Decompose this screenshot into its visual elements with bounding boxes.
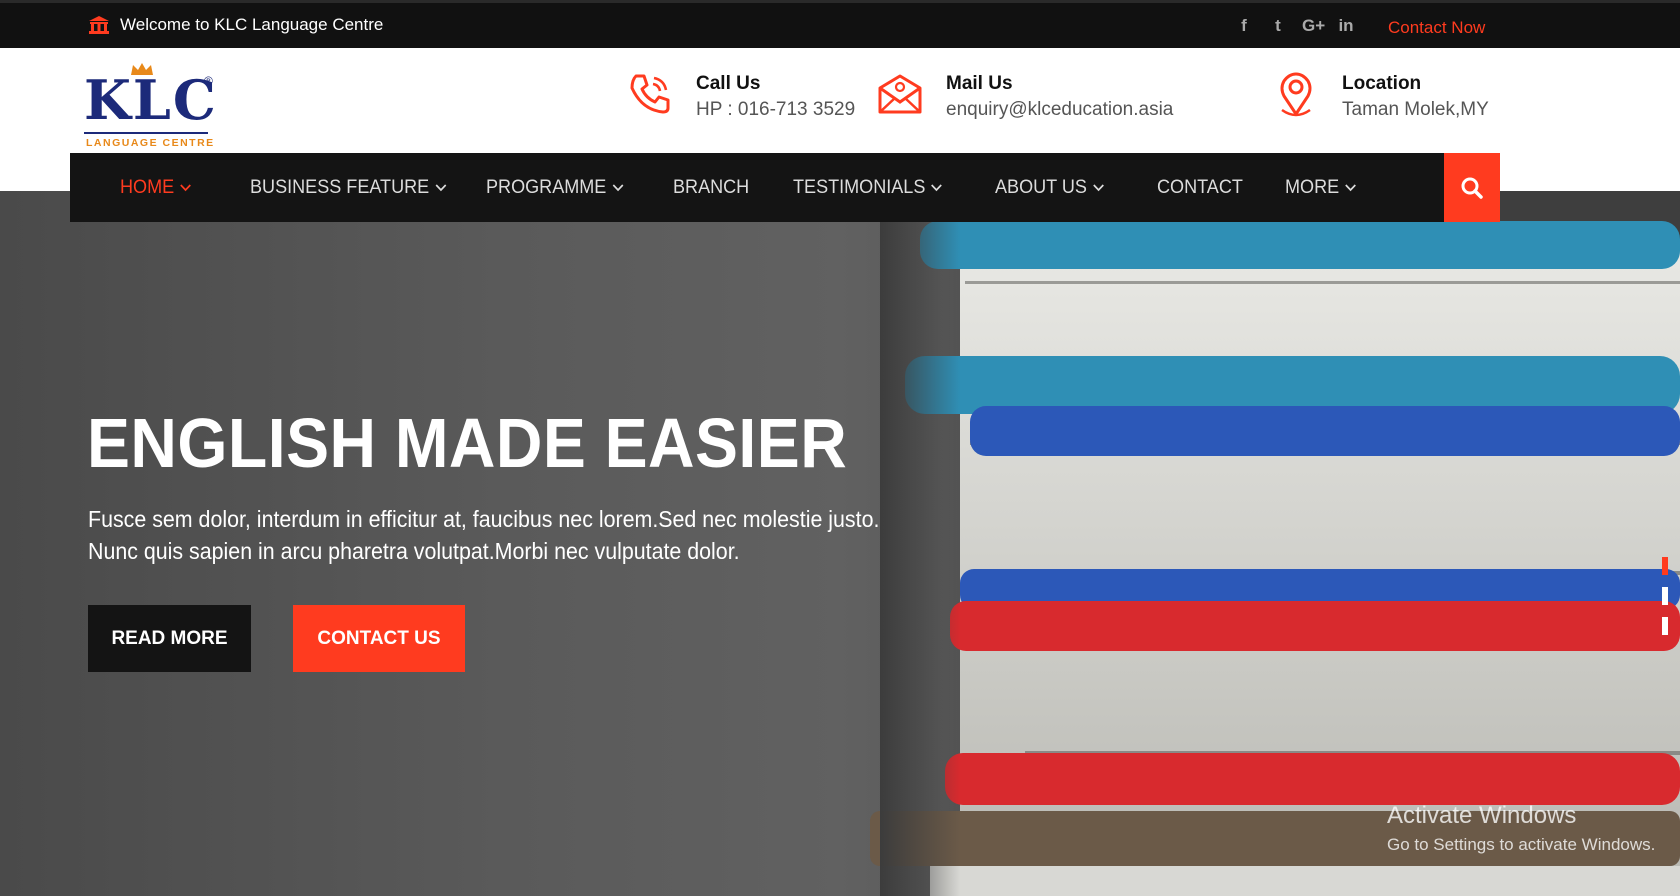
top-bar: Welcome to KLC Language Centre f t G+ in…	[0, 0, 1680, 48]
nav-item-more[interactable]: MORE	[1285, 153, 1356, 222]
nav-item-label: BRANCH	[673, 176, 750, 198]
welcome-text: Welcome to KLC Language Centre	[120, 15, 384, 34]
logo[interactable]: KLC ® LANGUAGE CENTRE	[84, 58, 224, 149]
nav-item-label: ABOUT US	[995, 176, 1087, 198]
nav-item-home[interactable]: HOME	[120, 153, 191, 222]
twitter-icon[interactable]: t	[1268, 16, 1288, 36]
welcome-message: Welcome to KLC Language Centre	[88, 15, 383, 35]
chevron-down-icon	[1345, 183, 1356, 191]
main-navigation: HOME BUSINESS FEATURE PROGRAMME BRANCH T…	[70, 153, 1500, 222]
nav-item-programme[interactable]: PROGRAMME	[486, 153, 624, 222]
mail-info: Mail Us enquiry@klceducation.asia	[876, 70, 1173, 124]
location-info: Location Taman Molek,MY	[1272, 70, 1489, 124]
nav-item-business-feature[interactable]: BUSINESS FEATURE	[250, 153, 446, 222]
search-icon	[1461, 177, 1483, 199]
contact-us-button[interactable]: CONTACT US	[293, 605, 465, 672]
chevron-down-icon	[180, 183, 191, 191]
watermark-subtitle: Go to Settings to activate Windows.	[1387, 835, 1656, 854]
chevron-down-icon	[612, 183, 624, 191]
logo-text: KLC	[84, 68, 218, 132]
nav-item-about-us[interactable]: ABOUT US	[995, 153, 1104, 222]
watermark-title: Activate Windows	[1387, 802, 1577, 829]
hero-slider: ENGLISH MADE EASIER Fusce sem dolor, int…	[0, 191, 1680, 896]
chevron-down-icon	[931, 183, 943, 191]
nav-item-branch[interactable]: BRANCH	[673, 153, 749, 222]
nav-item-contact[interactable]: CONTACT	[1157, 153, 1243, 222]
location-pin-icon	[1280, 72, 1312, 117]
nav-item-label: HOME	[120, 176, 175, 198]
call-info: Call Us HP : 016-713 3529	[626, 70, 855, 124]
search-button[interactable]	[1444, 153, 1500, 222]
phone-icon	[630, 74, 670, 114]
contact-now-link[interactable]: Contact Now	[1388, 18, 1485, 38]
read-more-button[interactable]: READ MORE	[88, 605, 251, 672]
slider-dot[interactable]	[1662, 557, 1668, 575]
location-title: Location	[1342, 73, 1422, 94]
social-links: f t G+ in	[1234, 16, 1356, 36]
slider-pagination	[1662, 557, 1668, 635]
logo-subtitle: LANGUAGE CENTRE	[86, 137, 215, 149]
location-value: Taman Molek,MY	[1342, 99, 1489, 120]
chevron-down-icon	[435, 183, 446, 191]
logo-divider	[84, 132, 208, 134]
mail-value[interactable]: enquiry@klceducation.asia	[946, 96, 1173, 124]
mail-icon	[878, 74, 922, 114]
call-value[interactable]: HP : 016-713 3529	[696, 96, 855, 124]
hero-description: Fusce sem dolor, interdum in efficitur a…	[88, 503, 906, 567]
nav-item-label: TESTIMONIALS	[793, 176, 926, 198]
hero-description-line2: Nunc quis sapien in arcu pharetra volutp…	[88, 538, 740, 564]
google-plus-icon[interactable]: G+	[1302, 16, 1325, 36]
nav-item-testimonials[interactable]: TESTIMONIALS	[793, 153, 943, 222]
nav-item-label: BUSINESS FEATURE	[250, 176, 430, 198]
chevron-down-icon	[1092, 183, 1104, 191]
slider-dot[interactable]	[1662, 587, 1668, 605]
hero-title: ENGLISH MADE EASIER	[87, 404, 848, 482]
nav-item-label: PROGRAMME	[486, 176, 607, 198]
windows-activation-watermark: Activate Windows Go to Settings to activ…	[1387, 801, 1655, 857]
nav-item-label: MORE	[1285, 176, 1340, 198]
bank-icon	[89, 16, 109, 34]
linkedin-icon[interactable]: in	[1336, 16, 1356, 36]
mail-title: Mail Us	[946, 73, 1013, 94]
hero-description-line1: Fusce sem dolor, interdum in efficitur a…	[88, 506, 880, 532]
slider-dot[interactable]	[1662, 617, 1668, 635]
nav-item-label: CONTACT	[1157, 176, 1243, 198]
call-title: Call Us	[696, 73, 761, 94]
registered-mark: ®	[204, 74, 213, 88]
facebook-icon[interactable]: f	[1234, 16, 1254, 36]
